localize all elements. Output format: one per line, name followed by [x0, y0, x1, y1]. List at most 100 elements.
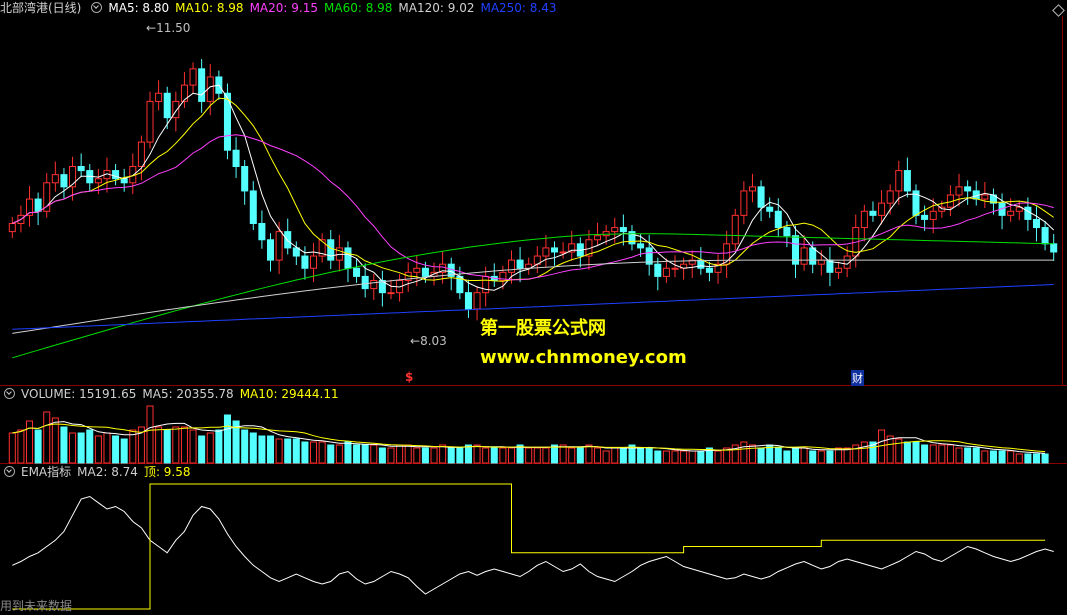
- candle-body: [189, 68, 197, 86]
- candle-body: [310, 255, 318, 269]
- candle-body: [671, 267, 679, 270]
- candle-body: [34, 198, 42, 212]
- volume-bar: [464, 444, 472, 464]
- volume-bar: [439, 444, 447, 464]
- candle-body: [619, 227, 627, 233]
- volume-bar: [344, 441, 352, 464]
- volume-bar: [783, 450, 791, 464]
- ma60-label: MA60: 8.98: [324, 1, 393, 15]
- ema-toggle-icon[interactable]: [4, 466, 15, 477]
- ema-chart[interactable]: [0, 464, 1067, 615]
- candle-body: [860, 210, 868, 229]
- volume-bar: [1007, 450, 1015, 464]
- candle-body: [266, 239, 275, 261]
- candle-body: [155, 92, 163, 102]
- volume-bar: [817, 450, 825, 464]
- high-label: ←11.50: [146, 21, 191, 35]
- candle-body: [551, 247, 559, 253]
- candle-body: [292, 247, 300, 257]
- volume-bar: [34, 429, 42, 464]
- candle-body: [327, 239, 335, 261]
- volume-bar: [43, 411, 51, 464]
- candle-body: [809, 247, 817, 265]
- volume-bar: [507, 447, 515, 464]
- volume-bar: [740, 441, 748, 464]
- candle-body: [507, 259, 515, 273]
- volume-bar: [473, 444, 481, 464]
- volume-bar: [198, 435, 206, 464]
- volume-label: VOLUME: 15191.65: [21, 387, 137, 401]
- candle-body: [43, 182, 51, 212]
- volume-bar: [499, 447, 507, 464]
- volume-bar: [155, 426, 163, 464]
- volume-bar: [8, 432, 16, 464]
- watermark-title: 第一股票公式网: [480, 318, 606, 339]
- volume-bar: [17, 429, 25, 464]
- candle-body: [413, 267, 421, 273]
- marker-cai[interactable]: 财: [851, 370, 864, 386]
- volume-bar: [688, 450, 696, 464]
- candle-body: [748, 186, 756, 192]
- price-header: 北部湾港(日线) MA5: 8.80 MA10: 8.98 MA20: 9.15 MA6…: [0, 0, 563, 16]
- volume-bar: [456, 447, 464, 464]
- candle-body: [757, 186, 765, 208]
- volume-bar: [525, 447, 533, 464]
- candle-body: [473, 292, 481, 310]
- volume-ma5-label: MA5: 20355.78: [142, 387, 234, 401]
- volume-bar: [258, 435, 266, 464]
- candle-body: [8, 222, 16, 233]
- volume-bar: [318, 441, 326, 464]
- candle-body: [146, 100, 154, 143]
- volume-bar: [748, 444, 756, 464]
- volume-bar: [998, 450, 1006, 464]
- candle-body: [77, 166, 85, 172]
- volume-bar: [955, 447, 963, 464]
- candle-body: [60, 174, 68, 188]
- volume-bar: [542, 447, 550, 464]
- volume-bar: [103, 432, 111, 464]
- volume-bar: [447, 447, 455, 464]
- candle-body: [464, 292, 472, 310]
- volume-panel: VOLUME: 15191.65 MA5: 20355.78 MA10: 29444…: [0, 386, 1067, 464]
- ema-header: EMA指标 MA2: 8.74 顶: 9.58: [0, 464, 197, 480]
- volume-bar: [86, 429, 94, 464]
- candle-body: [662, 267, 670, 277]
- candle-body: [903, 170, 911, 192]
- candle-body: [241, 166, 249, 192]
- volume-bar: [482, 447, 490, 464]
- volume-bar: [335, 444, 343, 464]
- volume-toggle-icon[interactable]: [4, 388, 15, 399]
- ema-ma2-label: MA2: 8.74: [77, 465, 138, 479]
- volume-bar: [551, 444, 559, 464]
- volume-bar: [662, 450, 670, 464]
- volume-bar: [327, 444, 335, 464]
- candle-body: [705, 267, 713, 273]
- candle-body: [1007, 210, 1015, 216]
- volume-bar: [387, 447, 395, 464]
- volume-ma10-label: MA10: 29444.11: [239, 387, 339, 401]
- volume-bar: [791, 447, 800, 464]
- ema-bg: [0, 464, 1067, 615]
- volume-bar: [284, 438, 292, 464]
- volume-bar: [112, 435, 120, 464]
- marker-s[interactable]: $: [405, 370, 413, 384]
- volume-bar: [568, 447, 576, 464]
- candle-body: [611, 227, 619, 233]
- volume-bar: [180, 426, 188, 464]
- candle-body: [120, 178, 128, 184]
- ma5-label: MA5: 8.80: [108, 1, 170, 15]
- volume-bar: [189, 429, 197, 464]
- ma20-label: MA20: 9.15: [249, 1, 318, 15]
- candle-body: [697, 259, 705, 269]
- volume-bar: [585, 444, 593, 464]
- volume-bar: [946, 444, 954, 464]
- volume-bar: [809, 450, 817, 464]
- volume-bar: [26, 420, 34, 464]
- candle-body: [275, 231, 283, 261]
- volume-bar: [671, 450, 679, 464]
- volume-bar: [430, 447, 438, 464]
- toggle-icon[interactable]: [91, 2, 103, 13]
- candle-body: [654, 263, 662, 277]
- volume-bar: [215, 429, 223, 464]
- candle-body: [602, 231, 610, 237]
